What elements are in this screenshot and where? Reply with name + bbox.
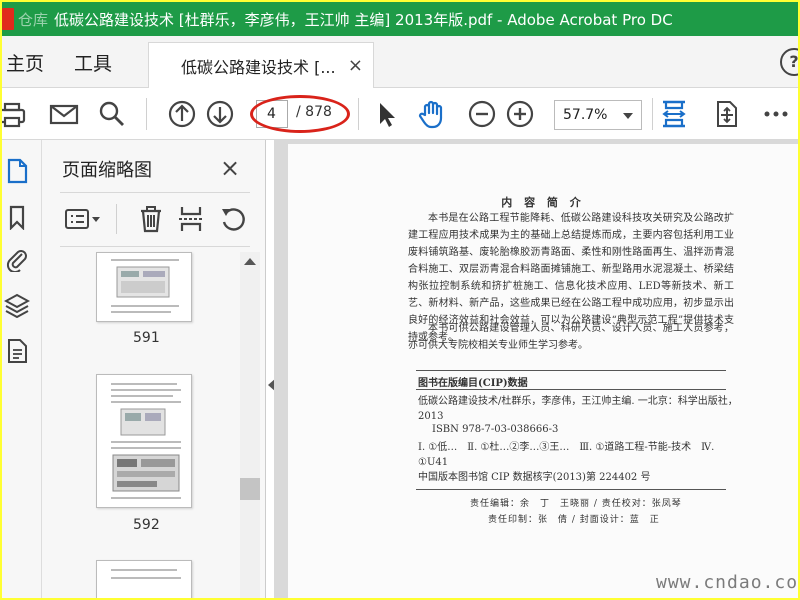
menu-row: 主页 工具 低碳公路建设技术 [... × ? bbox=[2, 36, 798, 89]
cip-line: 中国版本图书馆 CIP 数据核字(2013)第 224402 号 bbox=[418, 472, 651, 483]
cip-line: Ⅰ. ①低… Ⅱ. ①杜…②李…③王… Ⅲ. ①道路工程-节能-技术 Ⅳ. ①U… bbox=[418, 442, 715, 468]
acrobat-window: 仓库 低碳公路建设技术 [杜群乐，李彦伟，王江帅 主编] 2013年版.pdf … bbox=[2, 2, 798, 598]
thumbnail-scrollbar[interactable] bbox=[240, 252, 260, 598]
cip-bottom-rule bbox=[416, 489, 726, 490]
toolbar-separator bbox=[146, 98, 147, 130]
panel-divider bbox=[60, 192, 250, 193]
cip-top-rule bbox=[416, 370, 726, 371]
thumbnail-label: 591 bbox=[133, 330, 160, 346]
document-page: 内 容 简 介 本书是在公路工程节能降耗、低碳公路建设科技攻关研究及公路改扩建工… bbox=[288, 144, 798, 598]
layers-icon[interactable] bbox=[3, 292, 31, 319]
close-tab-icon[interactable]: × bbox=[348, 55, 363, 76]
printing-credit: 责任印制：张 倩 / 封面设计：蓝 正 bbox=[488, 515, 660, 525]
zoom-level-dropdown[interactable]: 57.7% bbox=[554, 100, 642, 130]
document-tab-label: 低碳公路建设技术 [... bbox=[181, 58, 336, 77]
bookmarks-icon[interactable] bbox=[4, 204, 30, 231]
site-watermark: www.cndao.com bbox=[656, 572, 798, 593]
attachments-icon[interactable] bbox=[4, 246, 30, 274]
thumbnail-page-592[interactable] bbox=[96, 374, 192, 508]
editor-credit: 责任编辑：余 丁 王晓丽 / 责任校对：张凤琴 bbox=[470, 499, 682, 509]
page-thumbnails-icon[interactable] bbox=[4, 158, 30, 184]
highlight-ellipse bbox=[250, 95, 350, 133]
zoom-level-value: 57.7% bbox=[563, 107, 608, 123]
rotate-view-icon[interactable] bbox=[710, 98, 742, 130]
scrollbar-thumb[interactable] bbox=[240, 478, 260, 500]
panel-title: 页面缩略图 bbox=[62, 160, 152, 181]
cip-title: 图书在版编目(CIP)数据 bbox=[418, 378, 528, 389]
thumbnail-page-591[interactable] bbox=[96, 252, 192, 322]
toolbar-separator bbox=[358, 98, 359, 130]
close-panel-icon[interactable]: × bbox=[220, 154, 240, 182]
home-menu[interactable]: 主页 bbox=[6, 49, 44, 76]
cip-title-rule bbox=[416, 389, 726, 390]
title-watermark: 仓库 bbox=[18, 10, 49, 29]
search-icon[interactable] bbox=[96, 98, 128, 130]
print-icon[interactable] bbox=[2, 98, 28, 130]
hand-tool-icon[interactable] bbox=[416, 98, 448, 130]
scroll-up-arrow-icon[interactable] bbox=[244, 258, 256, 265]
panel-separator bbox=[116, 204, 117, 234]
zoom-in-icon[interactable] bbox=[504, 98, 536, 130]
content-icon[interactable] bbox=[4, 338, 30, 364]
thumbnail-page-next[interactable] bbox=[96, 560, 192, 598]
main-toolbar: 4 / 878 57.7% bbox=[2, 88, 798, 140]
content-summary-heading: 内 容 简 介 bbox=[501, 196, 585, 209]
window-title: 低碳公路建设技术 [杜群乐，李彦伟，王江帅 主编] 2013年版.pdf - A… bbox=[54, 10, 673, 29]
document-view[interactable]: 内 容 简 介 本书是在公路工程节能降耗、低碳公路建设科技攻关研究及公路改扩建工… bbox=[274, 140, 798, 598]
summary-paragraph: 本书可供公路建设管理人员、科研人员、设计人员、施工人员参考，亦可供大专院校相关专… bbox=[408, 323, 734, 351]
email-icon[interactable] bbox=[48, 98, 80, 130]
page-thumbnails-panel: 页面缩略图 × 591 592 bbox=[42, 140, 266, 598]
delete-pages-icon[interactable] bbox=[136, 204, 166, 234]
cip-line: 低碳公路建设技术/杜群乐，李彦伟，王江帅主编. 一北京：科学出版社，2013 bbox=[418, 396, 738, 422]
thumbnail-options-icon[interactable] bbox=[64, 204, 104, 234]
acrobat-app-icon bbox=[2, 8, 14, 30]
panel-divider bbox=[60, 246, 250, 247]
toolbar-separator bbox=[652, 98, 653, 130]
zoom-out-icon[interactable] bbox=[466, 98, 498, 130]
navigation-rail bbox=[2, 140, 42, 598]
thumbnail-label: 592 bbox=[133, 517, 160, 533]
cip-line: ISBN 978-7-03-038666-3 bbox=[432, 424, 559, 435]
tools-menu[interactable]: 工具 bbox=[74, 49, 112, 76]
select-cursor-icon[interactable] bbox=[370, 98, 402, 130]
rotate-page-icon[interactable] bbox=[218, 204, 248, 234]
previous-page-icon[interactable] bbox=[166, 98, 198, 130]
fit-page-icon[interactable] bbox=[658, 98, 690, 130]
help-icon[interactable]: ? bbox=[780, 48, 798, 76]
more-options-icon[interactable] bbox=[760, 98, 792, 130]
next-page-icon[interactable] bbox=[204, 98, 236, 130]
chevron-down-icon bbox=[623, 113, 633, 119]
document-tab[interactable]: 低碳公路建设技术 [... × bbox=[148, 42, 374, 89]
split-page-icon[interactable] bbox=[176, 204, 206, 234]
title-bar: 仓库 低碳公路建设技术 [杜群乐，李彦伟，王江帅 主编] 2013年版.pdf … bbox=[2, 2, 798, 36]
